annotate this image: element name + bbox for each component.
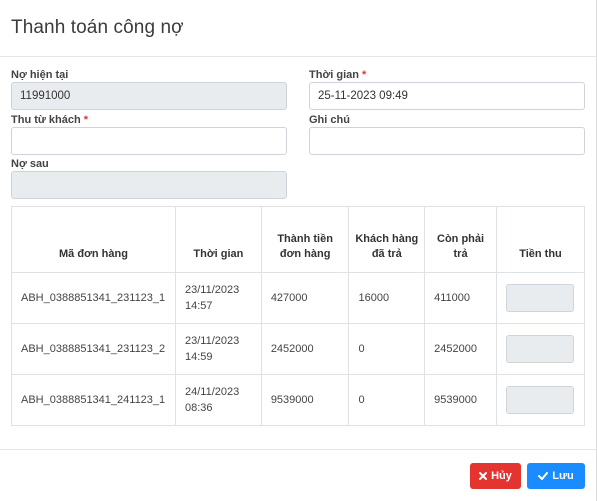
- collect-amount-input[interactable]: [505, 335, 574, 363]
- customer-paid-cell: 0: [348, 374, 426, 426]
- remaining-cell: 9539000: [424, 374, 497, 426]
- order-amount-cell: 2452000: [260, 323, 350, 375]
- order-code-cell: ABH_0388851341_231123_2: [11, 323, 176, 375]
- time-field[interactable]: 25-11-2023 09:49: [309, 82, 585, 110]
- modal-footer: Hủy Lưu: [0, 449, 596, 501]
- remaining-cell: 2452000: [424, 323, 497, 375]
- remaining-cell: 411000: [424, 272, 497, 324]
- time-group: Thời gian * 25-11-2023 09:49: [309, 68, 585, 110]
- order-amount-cell: 9539000: [260, 374, 350, 426]
- collect-from-customer-input[interactable]: [11, 127, 287, 155]
- order-code-cell: ABH_0388851341_231123_1: [11, 272, 176, 324]
- col-order-amount: Thành tiền đơn hàng: [260, 206, 350, 273]
- col-order-code: Mã đơn hàng: [11, 206, 176, 273]
- table-row: ABH_0388851341_241123_1 24/11/2023 08:36…: [11, 374, 586, 426]
- payment-modal: Thanh toán công nợ Nợ hiện tại 11991000 …: [0, 0, 597, 501]
- note-label: Ghi chú: [309, 114, 350, 126]
- col-time: Thời gian: [174, 206, 262, 273]
- modal-title: Thanh toán công nợ: [11, 17, 184, 38]
- required-mark: *: [83, 114, 89, 126]
- col-remaining: Còn phải trả: [424, 206, 497, 273]
- required-mark: *: [362, 69, 367, 81]
- debt-after-group: Nợ sau: [11, 157, 287, 199]
- order-amount-cell: 427000: [260, 272, 350, 324]
- note-input[interactable]: [309, 127, 585, 155]
- modal-header: Thanh toán công nợ: [0, 0, 596, 57]
- collect-group: Thu từ khách *: [11, 113, 287, 155]
- current-debt-group: Nợ hiện tại 11991000: [11, 68, 287, 110]
- table-row: ABH_0388851341_231123_2 23/11/2023 14:59…: [11, 323, 586, 375]
- save-label: Lưu: [552, 470, 574, 482]
- collect-cell: [495, 374, 586, 426]
- table-header-row: Mã đơn hàng Thời gian Thành tiền đơn hàn…: [11, 206, 586, 273]
- collect-cell: [495, 272, 586, 324]
- collect-amount-input[interactable]: [505, 284, 574, 312]
- debt-after-label: Nợ sau: [11, 158, 49, 170]
- col-collect: Tiền thu: [495, 206, 586, 273]
- current-debt-label: Nợ hiện tại: [11, 69, 69, 81]
- time-cell: 24/11/2023 08:36: [174, 374, 262, 426]
- customer-paid-cell: 16000: [348, 272, 426, 324]
- close-icon: [479, 472, 488, 480]
- save-button[interactable]: Lưu: [527, 463, 585, 489]
- customer-paid-cell: 0: [348, 323, 426, 375]
- time-cell: 23/11/2023 14:59: [174, 323, 262, 375]
- collect-amount-input[interactable]: [505, 386, 574, 414]
- order-code-cell: ABH_0388851341_241123_1: [11, 374, 176, 426]
- cancel-label: Hủy: [491, 470, 512, 482]
- orders-table: Mã đơn hàng Thời gian Thành tiền đơn hàn…: [11, 206, 586, 426]
- debt-after-field[interactable]: [11, 171, 287, 199]
- collect-cell: [495, 323, 586, 375]
- note-group: Ghi chú: [309, 113, 585, 155]
- cancel-button[interactable]: Hủy: [470, 463, 521, 489]
- col-customer-paid: Khách hàng đã trả: [348, 206, 426, 273]
- time-label: Thời gian *: [309, 69, 367, 81]
- time-cell: 23/11/2023 14:57: [174, 272, 262, 324]
- check-icon: [538, 472, 549, 480]
- current-debt-field[interactable]: 11991000: [11, 82, 287, 110]
- collect-label: Thu từ khách *: [11, 114, 89, 126]
- table-row: ABH_0388851341_231123_1 23/11/2023 14:57…: [11, 272, 586, 324]
